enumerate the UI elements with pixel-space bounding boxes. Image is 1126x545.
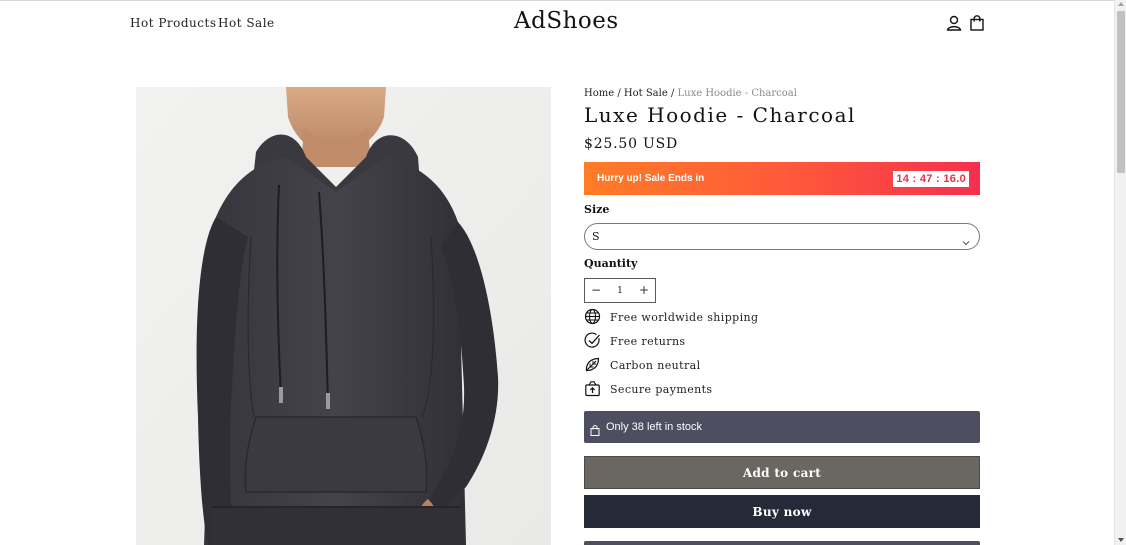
scroll-thumb[interactable] (1117, 11, 1125, 173)
chevron-down-icon (962, 232, 970, 246)
breadcrumb-current: Luxe Hoodie - Charcoal (677, 88, 797, 99)
site-logo[interactable]: AdShoes (514, 8, 619, 34)
feature-text: Free worldwide shipping (610, 311, 759, 324)
quantity-input[interactable] (607, 279, 633, 302)
product-title: Luxe Hoodie - Charcoal (584, 103, 856, 127)
sale-countdown-banner: Hurry up! Sale Ends in 14 : 47 : 16.0 (584, 162, 980, 195)
stock-text: Only 38 left in stock (606, 421, 702, 433)
next-action-bar[interactable] (584, 541, 980, 545)
cart-bag-icon[interactable] (968, 14, 986, 32)
feature-text: Carbon neutral (610, 359, 701, 372)
scroll-down-icon[interactable] (1118, 538, 1124, 542)
feature-text: Secure payments (610, 383, 713, 396)
leaf-icon (584, 356, 601, 373)
add-to-cart-button[interactable]: Add to cart (584, 456, 980, 489)
feature-carbon: Carbon neutral (584, 356, 844, 374)
account-icon[interactable] (945, 14, 963, 32)
secure-box-icon (584, 380, 601, 397)
feature-returns: Free returns (584, 332, 844, 350)
buy-now-button[interactable]: Buy now (584, 495, 980, 528)
scroll-up-icon[interactable] (1118, 2, 1124, 6)
feature-text: Free returns (610, 335, 686, 348)
product-image[interactable] (136, 87, 551, 545)
quantity-label: Quantity (584, 257, 638, 270)
sale-text: Hurry up! Sale Ends in (597, 173, 705, 184)
breadcrumb-home[interactable]: Home (584, 88, 614, 99)
size-select[interactable]: S (584, 223, 980, 250)
hoodie-photo (136, 87, 551, 545)
breadcrumb-separator: / (667, 88, 678, 99)
globe-icon (584, 308, 601, 325)
quantity-minus-button[interactable]: − (585, 279, 607, 302)
countdown-timer: 14 : 47 : 16.0 (893, 171, 969, 187)
quantity-plus-button[interactable]: + (633, 279, 655, 302)
feature-payments: Secure payments (584, 380, 844, 398)
breadcrumb: Home / Hot Sale / Luxe Hoodie - Charcoal (584, 88, 797, 99)
quantity-stepper: − + (584, 278, 656, 303)
product-price: $25.50 USD (584, 136, 679, 152)
stock-notice: Only 38 left in stock (584, 411, 980, 443)
nav-hot-sale[interactable]: Hot Sale (218, 16, 275, 30)
breadcrumb-separator: / (614, 88, 624, 99)
bag-icon (590, 421, 600, 436)
site-header: Hot Products Hot Sale AdShoes (0, 0, 1114, 48)
feature-shipping: Free worldwide shipping (584, 308, 844, 326)
breadcrumb-category[interactable]: Hot Sale (624, 88, 668, 99)
nav-hot-products[interactable]: Hot Products (130, 16, 216, 30)
size-selected-value: S (592, 230, 600, 243)
size-label: Size (584, 203, 610, 216)
page-scrollbar[interactable] (1114, 0, 1126, 545)
check-circle-icon (584, 332, 601, 349)
